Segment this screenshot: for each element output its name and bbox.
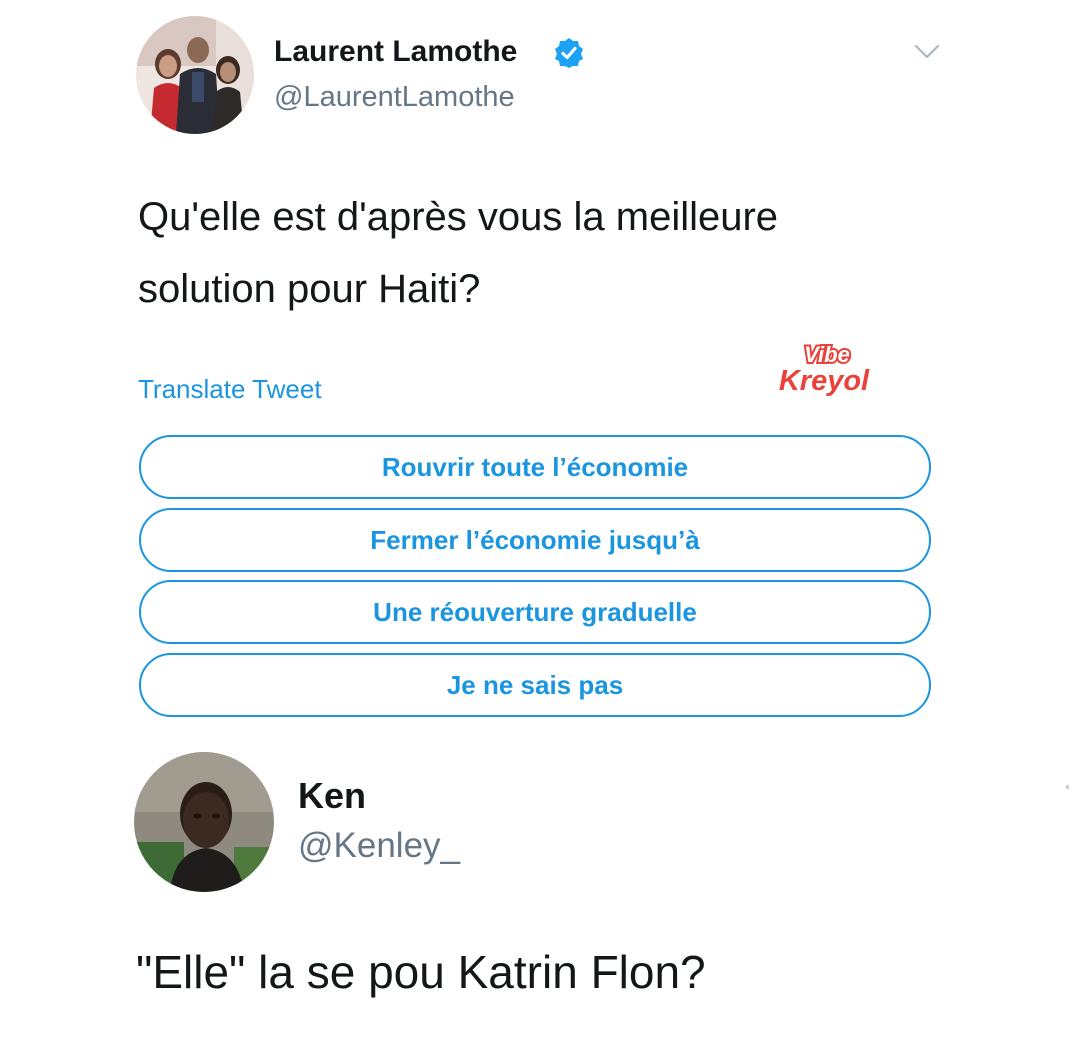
poll-option-button[interactable]: Rouvrir toute l’économie xyxy=(139,435,931,499)
chevron-down-icon[interactable] xyxy=(914,43,940,61)
svg-text:Vibe: Vibe xyxy=(804,342,850,367)
avatar-ken[interactable] xyxy=(134,752,274,892)
poll-option-button[interactable]: Fermer l’économie jusqu’à xyxy=(139,508,931,572)
author-handle[interactable]: @LaurentLamothe xyxy=(274,78,515,116)
poll-option-button[interactable]: Une réouverture graduelle xyxy=(139,580,931,644)
avatar-photo xyxy=(134,752,274,892)
verified-badge-icon xyxy=(555,38,583,68)
tweet-text-line: Qu'elle est d'après vous la meilleure xyxy=(138,195,779,239)
avatar-laurent-lamothe[interactable] xyxy=(136,16,254,134)
edge-artifact xyxy=(1066,785,1069,789)
poll-option-button[interactable]: Je ne sais pas xyxy=(139,653,931,717)
tweet-text-line: solution pour Haiti? xyxy=(138,267,481,311)
reply-author-display-name[interactable]: Ken xyxy=(298,774,366,818)
author-display-name[interactable]: Laurent Lamothe xyxy=(274,32,517,72)
reply-author-handle[interactable]: @Kenley_ xyxy=(298,824,460,868)
translate-tweet-link[interactable]: Translate Tweet xyxy=(138,372,322,406)
vibe-kreyol-watermark-logo: Vibe Kreyol xyxy=(778,340,871,398)
svg-text:Kreyol: Kreyol xyxy=(779,365,870,397)
avatar-photo xyxy=(136,16,254,134)
reply-text: "Elle" la se pou Katrin Flon? xyxy=(136,946,706,998)
